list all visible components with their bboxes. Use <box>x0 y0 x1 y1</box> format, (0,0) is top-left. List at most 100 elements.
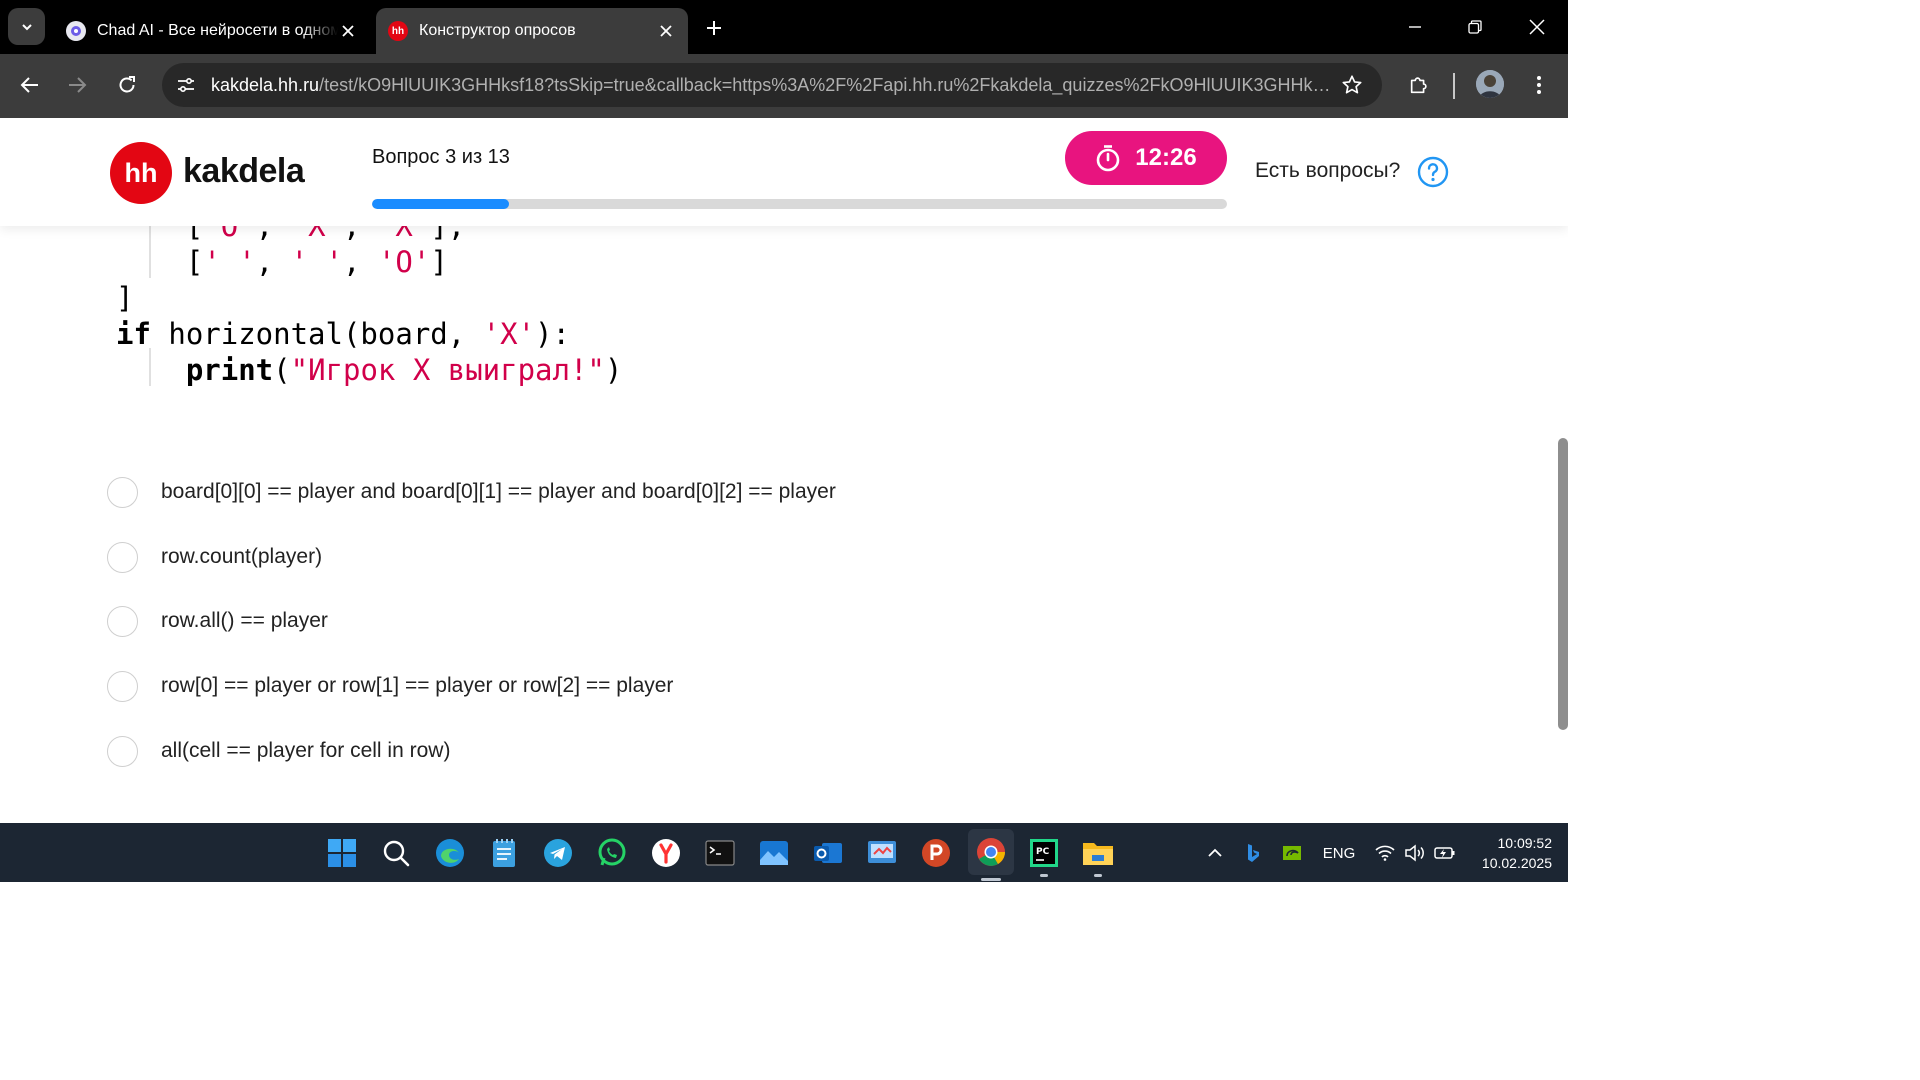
code-token: , <box>343 245 378 279</box>
answer-option[interactable]: row.count(player) <box>107 540 322 574</box>
browser-menu-button[interactable] <box>1522 68 1556 102</box>
reload-icon <box>119 76 135 93</box>
nvidia-icon[interactable] <box>1281 841 1303 865</box>
url-text[interactable]: kakdela.hh.ru/test/kO9HlUUIK3GHHksf18?ts… <box>211 75 1331 96</box>
extensions-button[interactable] <box>1402 68 1436 102</box>
new-tab-button[interactable] <box>700 14 728 42</box>
radio-button[interactable] <box>107 670 138 702</box>
tab-survey-builder[interactable]: hh Конструктор опросов <box>376 8 688 54</box>
restore-button[interactable] <box>1455 8 1495 46</box>
forward-button[interactable] <box>60 68 94 102</box>
answer-label: board[0][0] == player and board[0][1] ==… <box>161 480 836 503</box>
chrome-icon[interactable] <box>968 829 1014 881</box>
code-string: ' ' <box>290 245 344 279</box>
windows-start-icon[interactable] <box>324 835 360 871</box>
radio-button[interactable] <box>107 476 138 508</box>
chad-ai-favicon <box>66 21 86 41</box>
code-token: , <box>255 245 291 279</box>
code-string: ' ' <box>203 245 256 279</box>
answer-label: row.count(player) <box>161 545 323 568</box>
file-explorer-icon[interactable] <box>1080 835 1116 877</box>
timer-badge: 12:26 <box>1065 131 1227 185</box>
code-token: ] <box>430 245 448 279</box>
reload-button[interactable] <box>110 68 144 102</box>
battery-charging-icon[interactable] <box>1433 841 1457 865</box>
back-button[interactable] <box>13 68 47 102</box>
toolbar-separator <box>1453 73 1455 99</box>
arrow-right-icon <box>69 77 87 93</box>
running-app-indicator <box>1040 874 1048 877</box>
code-line: print("Игрок X выиграл!") <box>116 352 623 388</box>
progress-fill <box>372 199 509 209</box>
wifi-icon[interactable] <box>1374 841 1396 865</box>
chevron-up-icon[interactable] <box>1204 841 1226 865</box>
whatsapp-icon[interactable] <box>594 835 630 871</box>
address-bar[interactable]: kakdela.hh.ru/test/kO9HlUUIK3GHHksf18?ts… <box>162 63 1382 107</box>
notepad-icon[interactable] <box>486 835 522 871</box>
answer-label: row.all() == player <box>161 609 328 632</box>
page-content: hh kakdela Вопрос 3 из 13 12:26 Есть воп… <box>0 118 1568 823</box>
question-mark-icon[interactable] <box>1417 156 1449 188</box>
yandex-browser-icon[interactable] <box>648 835 684 871</box>
outlook-icon[interactable] <box>810 835 846 871</box>
url-path: /test/kO9HlUUIK3GHHksf18?tsSkip=true&cal… <box>319 74 1331 95</box>
code-token: ) <box>604 353 623 387</box>
system-clock[interactable]: 10:09:52 10.02.2025 <box>1470 833 1552 873</box>
code-string: "Игрок X выиграл!" <box>290 353 605 387</box>
hh-logo[interactable]: hh <box>110 142 172 204</box>
bookmark-star-icon[interactable] <box>1336 69 1368 101</box>
pycharm-icon[interactable]: PC <box>1026 835 1062 877</box>
tab-title: Конструктор опросов <box>419 22 576 39</box>
question-counter: Вопрос 3 из 13 <box>372 146 510 168</box>
answer-option[interactable]: row.all() == player <box>107 604 328 638</box>
answer-option[interactable]: board[0][0] == player and board[0][1] ==… <box>107 475 836 509</box>
answer-option[interactable]: all(cell == player for cell in row) <box>107 734 450 768</box>
code-line: if horizontal(board, 'X'): <box>116 316 622 352</box>
puzzle-icon <box>1410 77 1427 94</box>
code-token: horizontal(board, <box>150 317 483 351</box>
code-keyword: if <box>116 317 151 351</box>
restore-icon <box>1468 20 1482 34</box>
progress-bar <box>372 199 1227 209</box>
close-window-button[interactable] <box>1517 8 1557 46</box>
site-info-icon[interactable] <box>169 68 203 102</box>
clock-time: 10:09:52 <box>1497 835 1553 851</box>
page-scrollbar[interactable] <box>1558 438 1568 730</box>
code-line: [' ', ' ', 'O'] <box>116 244 622 280</box>
logo-text[interactable]: kakdela <box>183 152 305 191</box>
close-icon[interactable] <box>656 21 676 41</box>
arrow-left-icon <box>20 77 38 93</box>
input-language[interactable]: ENG <box>1318 841 1360 865</box>
answer-option[interactable]: row[0] == player or row[1] == player or … <box>107 669 673 703</box>
telegram-icon[interactable] <box>540 835 576 871</box>
edge-icon[interactable] <box>432 835 468 871</box>
code-string: 'O' <box>377 245 431 279</box>
powerpoint-icon[interactable] <box>918 835 954 871</box>
timer-value: 12:26 <box>1135 144 1197 171</box>
radio-button[interactable] <box>107 541 138 573</box>
control-panel-icon[interactable] <box>864 835 900 871</box>
hh-favicon: hh <box>388 21 408 41</box>
tab-title: Chad AI - Все нейросети в одном месте <box>97 22 338 39</box>
browser-toolbar: kakdela.hh.ru/test/kO9HlUUIK3GHHksf18?ts… <box>0 54 1568 118</box>
bing-icon[interactable] <box>1242 841 1264 865</box>
tab-chad-ai[interactable]: Chad AI - Все нейросети в одном месте <box>54 8 370 54</box>
close-icon[interactable] <box>338 21 358 41</box>
radio-button[interactable] <box>107 735 138 767</box>
code-snippet: ['O', 'X', 'X'], [' ', ' ', 'O']] if hori… <box>116 208 622 388</box>
tab-search-button[interactable] <box>8 8 45 45</box>
code-line: ] <box>116 280 622 316</box>
minimize-button[interactable] <box>1395 8 1435 46</box>
photos-icon[interactable] <box>756 835 792 871</box>
terminal-icon[interactable] <box>702 835 738 871</box>
profile-avatar[interactable] <box>1476 70 1504 98</box>
more-vertical-icon <box>1537 76 1541 94</box>
plus-icon <box>707 21 721 35</box>
volume-icon[interactable] <box>1403 841 1427 865</box>
browser-tab-strip: Chad AI - Все нейросети в одном месте hh… <box>0 0 1568 54</box>
stopwatch-icon <box>1095 144 1121 172</box>
help-text[interactable]: Есть вопросы? <box>1255 159 1400 183</box>
code-string: 'X' <box>482 317 536 351</box>
search-icon[interactable] <box>378 835 414 871</box>
radio-button[interactable] <box>107 605 138 637</box>
